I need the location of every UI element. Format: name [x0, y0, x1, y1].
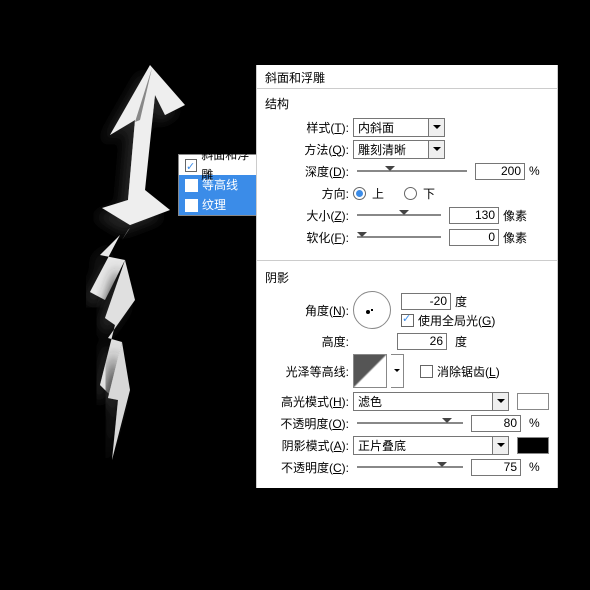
chevron-down-icon[interactable] — [428, 141, 444, 158]
sidebar-label: 等高线 — [202, 175, 238, 195]
style-label: 样式(T): — [265, 119, 349, 136]
canvas-preview — [30, 60, 230, 460]
radio-up[interactable] — [353, 187, 366, 200]
bevel-emboss-panel: 斜面和浮雕 结构 样式(T): 内斜面 方法(Q): 雕刻清晰 深度(D): %… — [256, 65, 558, 488]
size-label: 大小(Z): — [265, 207, 349, 224]
antialias-label: 消除锯齿(L) — [437, 363, 500, 380]
soften-input[interactable] — [449, 229, 499, 246]
checkbox-icon[interactable] — [185, 159, 197, 172]
shading-heading: 阴影 — [265, 269, 549, 286]
gloss-contour-label: 光泽等高线: — [265, 363, 349, 380]
global-light-checkbox[interactable] — [401, 314, 414, 327]
shadow-mode-select[interactable]: 正片叠底 — [353, 436, 509, 455]
sidebar-item-bevel-emboss[interactable]: 斜面和浮雕 — [179, 155, 257, 175]
depth-slider[interactable] — [357, 164, 467, 178]
highlight-opacity-slider[interactable] — [357, 416, 463, 430]
antialias-checkbox[interactable] — [420, 365, 433, 378]
highlight-mode-label: 高光模式(H): — [265, 393, 349, 410]
soften-label: 软化(F): — [265, 229, 349, 246]
radio-down[interactable] — [404, 187, 417, 200]
angle-control[interactable] — [353, 291, 391, 329]
method-label: 方法(Q): — [265, 141, 349, 158]
highlight-opacity-label: 不透明度(O): — [265, 415, 349, 432]
direction-label: 方向: — [265, 185, 349, 202]
chevron-down-icon[interactable] — [391, 354, 404, 388]
highlight-color-swatch[interactable] — [517, 393, 549, 410]
method-select[interactable]: 雕刻清晰 — [353, 140, 445, 159]
sidebar-label: 纹理 — [202, 195, 226, 215]
sidebar-item-texture[interactable]: 纹理 — [179, 195, 257, 215]
size-slider[interactable] — [357, 208, 441, 222]
gloss-contour-picker[interactable] — [353, 354, 387, 388]
chevron-down-icon[interactable] — [492, 437, 508, 454]
angle-input[interactable] — [401, 293, 451, 310]
shadow-opacity-input[interactable] — [471, 459, 521, 476]
effects-sidebar: 斜面和浮雕 等高线 纹理 — [178, 154, 258, 216]
soften-slider[interactable] — [357, 230, 441, 244]
checkbox-icon[interactable] — [185, 179, 198, 192]
altitude-label: 高度: — [265, 333, 349, 350]
global-light-label: 使用全局光(G) — [418, 312, 495, 329]
highlight-opacity-input[interactable] — [471, 415, 521, 432]
chevron-down-icon[interactable] — [492, 393, 508, 410]
altitude-input[interactable] — [397, 333, 447, 350]
chevron-down-icon[interactable] — [428, 119, 444, 136]
checkbox-icon[interactable] — [185, 199, 198, 212]
panel-title: 斜面和浮雕 — [257, 65, 557, 89]
structure-heading: 结构 — [265, 95, 549, 112]
depth-label: 深度(D): — [265, 163, 349, 180]
angle-label: 角度(N): — [265, 302, 349, 319]
shadow-color-swatch[interactable] — [517, 437, 549, 454]
shadow-opacity-slider[interactable] — [357, 460, 463, 474]
depth-input[interactable] — [475, 163, 525, 180]
shadow-mode-label: 阴影模式(A): — [265, 437, 349, 454]
highlight-mode-select[interactable]: 滤色 — [353, 392, 509, 411]
size-input[interactable] — [449, 207, 499, 224]
shadow-opacity-label: 不透明度(C): — [265, 459, 349, 476]
style-select[interactable]: 内斜面 — [353, 118, 445, 137]
